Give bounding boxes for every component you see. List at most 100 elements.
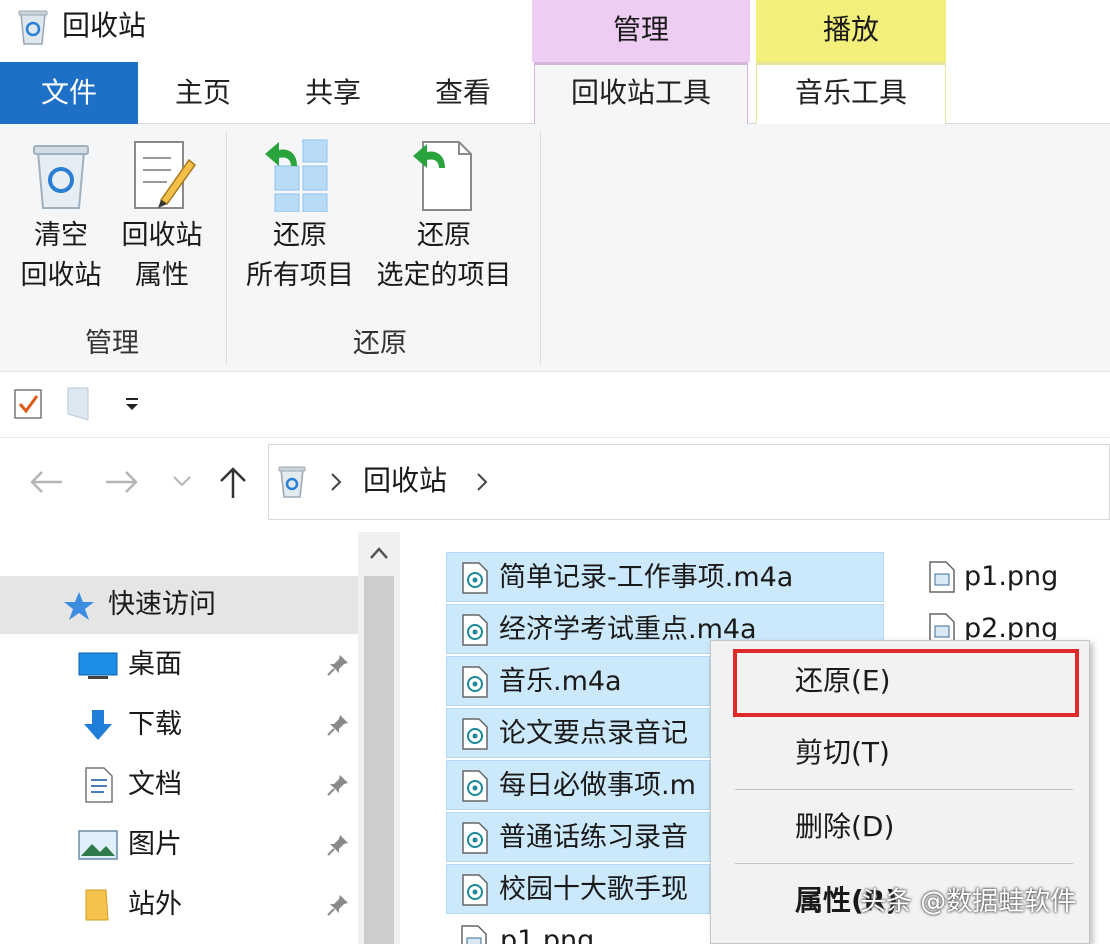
file-item[interactable]: p1.png <box>924 552 1104 602</box>
scroll-up-chevron-icon[interactable] <box>369 546 389 560</box>
document-icon <box>85 767 113 803</box>
nav-label-external: 站外 <box>128 889 182 920</box>
properties-icon <box>134 141 197 209</box>
file-name: 校园十大歌手现 <box>499 874 688 905</box>
audio-file-icon <box>462 770 488 802</box>
props-line1: 回收站 <box>121 220 203 251</box>
file-name: 论文要点录音记 <box>499 718 688 749</box>
back-arrow-icon[interactable] <box>28 468 64 496</box>
file-item-selected[interactable]: 每日必做事项.m <box>446 760 710 810</box>
file-name: 普通话练习录音 <box>499 822 688 853</box>
audio-file-icon <box>462 718 488 750</box>
ribbon-divider <box>226 132 227 364</box>
nav-label-pictures: 图片 <box>128 829 182 860</box>
tab-recycle-bin-tools[interactable]: 回收站工具 <box>534 62 748 125</box>
recycle-bin-properties-button[interactable]: 回收站 属性 <box>114 138 210 296</box>
menu-item-cut[interactable]: 剪切(T) <box>795 733 890 773</box>
folder-icon <box>85 889 109 921</box>
customize-toolbar-icon[interactable] <box>124 394 140 414</box>
contextual-label-manage: 管理 <box>612 13 669 46</box>
audio-file-icon <box>462 822 488 854</box>
properties-checkbox-icon[interactable] <box>14 388 42 420</box>
nav-label-desktop: 桌面 <box>128 649 182 680</box>
restore-selected-button[interactable]: 还原 选定的项目 <box>368 138 520 296</box>
menu-item-restore[interactable]: 还原(E) <box>795 661 891 701</box>
forward-arrow-icon[interactable] <box>104 468 140 496</box>
star-icon <box>64 592 94 620</box>
restore-selected-icon <box>413 141 472 211</box>
nav-item-desktop[interactable]: 桌面 <box>0 636 358 694</box>
file-name: 音乐.m4a <box>499 666 622 697</box>
file-name: 每日必做事项.m <box>499 770 696 801</box>
menu-item-delete[interactable]: 删除(D) <box>795 807 894 847</box>
tab-file[interactable]: 文件 <box>0 62 138 124</box>
tab-music-tools[interactable]: 音乐工具 <box>756 62 946 124</box>
audio-file-icon <box>462 614 488 646</box>
audio-file-icon <box>462 562 488 594</box>
pin-icon[interactable] <box>326 713 350 737</box>
quick-access-toolbar <box>0 372 1110 438</box>
audio-file-icon <box>462 666 488 698</box>
contextual-label-play: 播放 <box>822 13 879 46</box>
tab-view[interactable]: 查看 <box>398 62 528 124</box>
file-name: p1.png <box>500 925 595 944</box>
nav-pane-scrollbar[interactable] <box>358 532 400 944</box>
contextual-header-manage: 管理 <box>532 0 750 62</box>
pin-icon[interactable] <box>326 833 350 857</box>
file-item[interactable]: p1.png <box>460 916 680 944</box>
audio-file-icon <box>462 874 488 906</box>
ribbon-panel: 清空 回收站 回收站 属性 管理 还原 所有项目 还原 选定的项目 还原 <box>0 124 1110 372</box>
recycle-bin-icon <box>18 10 48 45</box>
group-label-restore: 还原 <box>353 328 407 359</box>
nav-item-external[interactable]: 站外 <box>0 876 358 934</box>
file-item-selected[interactable]: 音乐.m4a <box>446 656 710 706</box>
restore-all-line2: 所有项目 <box>246 260 354 291</box>
file-name: 简单记录-工作事项.m4a <box>499 562 794 593</box>
restore-selected-line1: 还原 <box>417 220 471 251</box>
scroll-thumb[interactable] <box>364 576 394 944</box>
contextual-header-play: 播放 <box>756 0 946 62</box>
tab-share[interactable]: 共享 <box>268 62 398 124</box>
empty-line2: 回收站 <box>20 260 102 291</box>
file-item-selected[interactable]: 论文要点录音记 <box>446 708 710 758</box>
restore-selected-line2: 选定的项目 <box>376 260 512 291</box>
restore-all-button[interactable]: 还原 所有项目 <box>238 138 362 296</box>
breadcrumb-chevron-icon[interactable] <box>329 471 343 493</box>
restore-highlight-box <box>733 649 1079 717</box>
nav-label-quick-access: 快速访问 <box>108 589 216 620</box>
pin-icon[interactable] <box>326 653 350 677</box>
image-file-icon <box>929 561 955 593</box>
file-item-selected[interactable]: 普通话练习录音 <box>446 812 710 862</box>
group-label-manage: 管理 <box>85 328 139 359</box>
restore-all-icon <box>265 139 328 212</box>
pin-icon[interactable] <box>326 773 350 797</box>
file-name: p1.png <box>964 561 1059 592</box>
up-arrow-icon[interactable] <box>218 466 248 500</box>
nav-label-downloads: 下载 <box>128 709 182 740</box>
recent-locations-chevron-icon[interactable] <box>172 474 192 488</box>
address-bar[interactable]: 回收站 <box>268 444 1110 520</box>
breadcrumb-chevron-icon[interactable] <box>475 471 489 493</box>
nav-item-documents[interactable]: 文档 <box>0 756 358 814</box>
watermark-text: 头条 @数据蛙软件 <box>860 887 1077 917</box>
download-arrow-icon <box>84 710 112 740</box>
ribbon-divider <box>540 132 541 364</box>
file-item-selected[interactable]: 校园十大歌手现 <box>446 864 710 914</box>
empty-recycle-bin-button[interactable]: 清空 回收站 <box>12 138 110 296</box>
image-file-icon <box>461 925 487 944</box>
nav-item-downloads[interactable]: 下载 <box>0 696 358 754</box>
empty-line1: 清空 <box>34 220 88 251</box>
menu-separator <box>735 863 1073 864</box>
window-title: 回收站 <box>62 9 147 42</box>
nav-item-quick-access[interactable]: 快速访问 <box>0 576 358 634</box>
ribbon-tabs: 文件 主页 共享 查看 回收站工具 音乐工具 <box>0 62 1110 125</box>
pin-icon[interactable] <box>326 893 350 917</box>
file-item-selected[interactable]: 简单记录-工作事项.m4a <box>446 552 884 602</box>
new-folder-icon[interactable] <box>66 386 90 422</box>
nav-item-pictures[interactable]: 图片 <box>0 816 358 874</box>
breadcrumb-recycle-bin[interactable]: 回收站 <box>363 461 447 501</box>
pictures-icon <box>78 830 118 860</box>
menu-separator <box>735 789 1073 790</box>
restore-all-line1: 还原 <box>273 220 327 251</box>
tab-home[interactable]: 主页 <box>138 62 268 124</box>
